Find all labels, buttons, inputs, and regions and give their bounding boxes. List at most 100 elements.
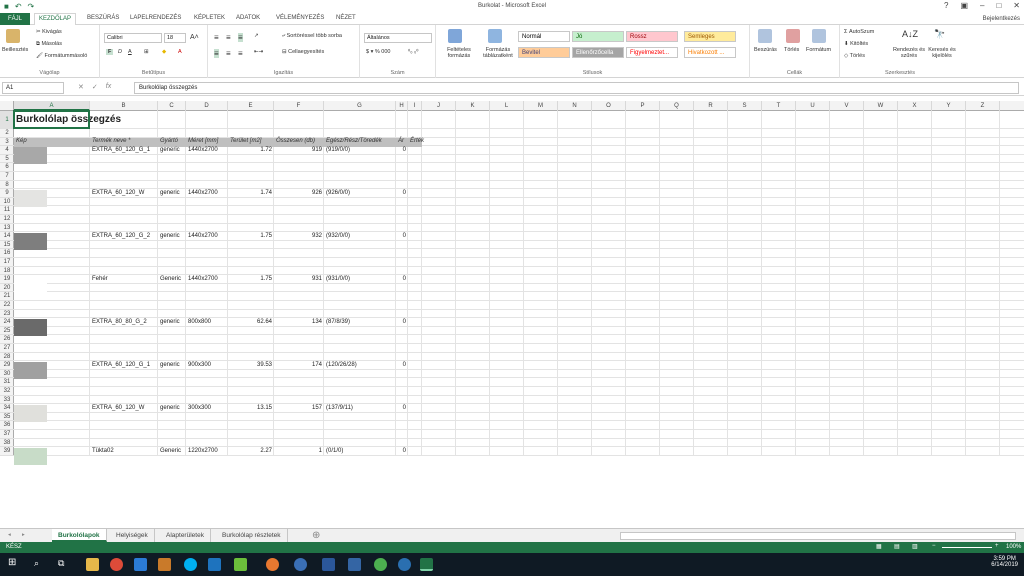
sheet-next-icon[interactable]: ▸ bbox=[22, 532, 25, 538]
row-header[interactable]: 33 bbox=[0, 396, 14, 405]
find-select-button[interactable]: Keresés és kijelölés bbox=[924, 47, 960, 59]
bold-button[interactable]: F bbox=[106, 49, 114, 55]
row-header[interactable]: 24 bbox=[0, 318, 14, 327]
column-header[interactable]: N bbox=[558, 101, 592, 111]
product-name-cell[interactable]: EXTRA_60_120_G_1 bbox=[92, 146, 156, 155]
area-cell[interactable]: 1.75 bbox=[230, 275, 272, 284]
wrap-text-button[interactable]: ⤶ Sortöréssel több sorba bbox=[282, 33, 342, 40]
maker-cell[interactable]: generic bbox=[160, 404, 184, 413]
tab-page-layout[interactable]: LAPELRENDEZÉS bbox=[130, 15, 181, 21]
borders-icon[interactable]: ⊞ bbox=[144, 49, 149, 55]
sheet-tab-helyisegek[interactable]: Helyiségek bbox=[110, 529, 155, 542]
parts-cell[interactable]: (932/0/0) bbox=[326, 232, 394, 241]
maker-cell[interactable]: Generic bbox=[160, 275, 184, 284]
page-break-view-icon[interactable]: ▥ bbox=[912, 543, 918, 550]
indent-icon[interactable]: ⇤⇥ bbox=[254, 49, 263, 55]
size-cell[interactable]: 300x300 bbox=[188, 404, 226, 413]
row-header[interactable]: 15 bbox=[0, 241, 14, 250]
format-cells-button[interactable]: Formátum bbox=[806, 47, 831, 53]
tab-review[interactable]: VÉLEMÉNYEZÉS bbox=[276, 15, 324, 21]
row-header[interactable]: 29 bbox=[0, 361, 14, 370]
underline-button[interactable]: A bbox=[128, 49, 132, 55]
windows-start-icon[interactable]: ⊞ bbox=[8, 557, 21, 570]
tab-formulas[interactable]: KÉPLETEK bbox=[194, 15, 225, 21]
column-header[interactable]: W bbox=[864, 101, 898, 111]
column-header[interactable]: U bbox=[796, 101, 830, 111]
parts-cell[interactable]: (137/9/11) bbox=[326, 404, 394, 413]
value-cell[interactable]: 0 bbox=[398, 275, 406, 284]
cell-style-item[interactable]: Semleges bbox=[684, 31, 736, 42]
minimize-icon[interactable]: – bbox=[980, 1, 984, 10]
value-cell[interactable]: 0 bbox=[398, 232, 406, 241]
row-header[interactable]: 13 bbox=[0, 224, 14, 233]
normal-view-icon[interactable]: ▦ bbox=[876, 543, 882, 550]
fill-color-icon[interactable]: ◆ bbox=[162, 49, 166, 55]
parts-cell[interactable]: (931/0/0) bbox=[326, 275, 394, 284]
row-header[interactable]: 14 bbox=[0, 232, 14, 241]
column-header[interactable]: L bbox=[490, 101, 524, 111]
row-header[interactable]: 16 bbox=[0, 249, 14, 258]
tile-thumbnail-image[interactable] bbox=[14, 362, 47, 380]
row-header[interactable]: 25 bbox=[0, 327, 14, 336]
zoom-out-icon[interactable]: − bbox=[932, 543, 936, 549]
row-header[interactable]: 23 bbox=[0, 310, 14, 319]
merge-cells-button[interactable]: ⊟ Cellaegyesítés bbox=[282, 49, 324, 55]
page-layout-view-icon[interactable]: ▤ bbox=[894, 543, 900, 550]
row-header[interactable]: 6 bbox=[0, 163, 14, 172]
product-name-cell[interactable]: EXTRA_80_80_G_2 bbox=[92, 318, 156, 327]
conditional-formatting-button[interactable]: Feltételes formázás bbox=[440, 47, 478, 59]
word-icon[interactable] bbox=[322, 558, 335, 571]
align-left-icon[interactable]: ≡ bbox=[214, 49, 219, 58]
column-header[interactable]: J bbox=[422, 101, 456, 111]
conditional-formatting-icon[interactable] bbox=[448, 29, 462, 43]
outlook-icon[interactable] bbox=[134, 558, 147, 571]
task-view-icon[interactable]: ⧉ bbox=[58, 558, 71, 571]
total-cell[interactable]: 932 bbox=[276, 232, 322, 241]
row-header[interactable]: 35 bbox=[0, 413, 14, 422]
column-header[interactable]: Q bbox=[660, 101, 694, 111]
name-box[interactable]: A1 bbox=[2, 82, 64, 94]
size-cell[interactable]: 1440x2700 bbox=[188, 189, 226, 198]
row-header[interactable]: 11 bbox=[0, 206, 14, 215]
row-header[interactable]: 28 bbox=[0, 353, 14, 362]
size-cell[interactable]: 800x800 bbox=[188, 318, 226, 327]
row-header[interactable]: 26 bbox=[0, 335, 14, 344]
align-bottom-icon[interactable]: ≡ bbox=[238, 33, 243, 42]
app-network-icon[interactable] bbox=[294, 558, 307, 571]
total-cell[interactable]: 157 bbox=[276, 404, 322, 413]
size-cell[interactable]: 1440x2700 bbox=[188, 275, 226, 284]
maker-cell[interactable]: generic bbox=[160, 232, 184, 241]
column-header[interactable]: Y bbox=[932, 101, 966, 111]
product-name-cell[interactable]: EXTRA_60_120_G_2 bbox=[92, 232, 156, 241]
sheet-tab-alapteruletek[interactable]: Alapterületek bbox=[160, 529, 211, 542]
column-header[interactable]: C bbox=[158, 101, 186, 111]
function-icon[interactable]: fx bbox=[106, 83, 111, 91]
cut-button[interactable]: ✂ Kivágás bbox=[36, 29, 62, 35]
row-header[interactable]: 12 bbox=[0, 215, 14, 224]
area-cell[interactable]: 62.64 bbox=[230, 318, 272, 327]
size-cell[interactable]: 1440x2700 bbox=[188, 146, 226, 155]
app-network2-icon[interactable] bbox=[398, 558, 411, 571]
app-green-icon[interactable] bbox=[234, 558, 247, 571]
maximize-icon[interactable]: □ bbox=[996, 1, 1001, 10]
align-center-icon[interactable]: ≡ bbox=[226, 49, 231, 58]
app-green2-icon[interactable] bbox=[374, 558, 387, 571]
row-header[interactable]: 30 bbox=[0, 370, 14, 379]
orientation-icon[interactable]: ↗ bbox=[254, 33, 259, 39]
column-header[interactable]: T bbox=[762, 101, 796, 111]
worksheet-grid[interactable]: ABCDEFGHIJKLMNOPQRSTUVWXYZ 1 2 3 4 5 6 7 8 9 10 11… bbox=[0, 101, 1024, 525]
column-header[interactable]: G bbox=[324, 101, 396, 111]
row-header[interactable]: 38 bbox=[0, 439, 14, 448]
currency-icon[interactable]: $ ▾ % 000 bbox=[366, 49, 390, 55]
autosum-button[interactable]: Σ AutoSzum bbox=[844, 29, 874, 35]
column-title-cell[interactable]: Érték bbox=[410, 137, 424, 146]
format-as-table-button[interactable]: Formázás táblázatként bbox=[478, 47, 518, 59]
column-header[interactable]: F bbox=[274, 101, 324, 111]
app-icon[interactable] bbox=[158, 558, 171, 571]
product-name-cell[interactable]: EXTRA_60_120_W bbox=[92, 404, 156, 413]
maker-cell[interactable]: generic bbox=[160, 361, 184, 370]
row-header[interactable]: 27 bbox=[0, 344, 14, 353]
tab-view[interactable]: NÉZET bbox=[336, 15, 356, 21]
copy-button[interactable]: ⧉ Másolás bbox=[36, 41, 62, 48]
column-header[interactable]: E bbox=[228, 101, 274, 111]
